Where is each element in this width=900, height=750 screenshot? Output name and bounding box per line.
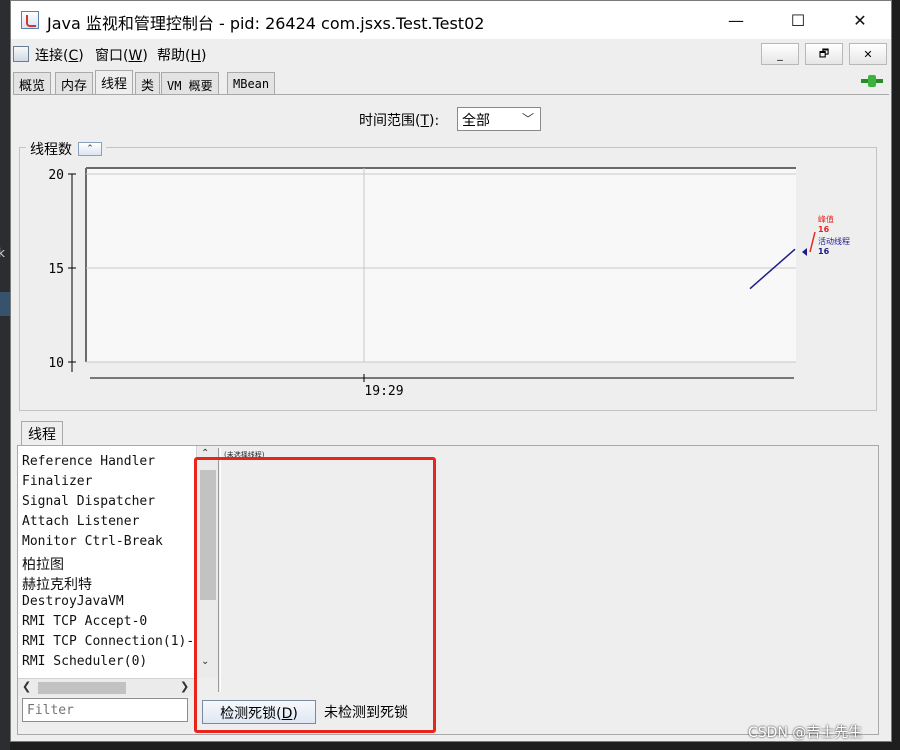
thread-list-item[interactable]: 柏拉图 bbox=[22, 554, 64, 574]
thread-panel: Reference Handler Finalizer Signal Dispatc… bbox=[17, 445, 879, 735]
java-menu-icon[interactable] bbox=[13, 46, 29, 62]
background-desktop: k bbox=[0, 0, 10, 750]
y-tick-label: 15 bbox=[48, 262, 64, 277]
menu-window[interactable]: 窗口(W) bbox=[95, 45, 148, 65]
y-tick-label: 20 bbox=[48, 168, 64, 183]
thread-list-item[interactable]: RMI Scheduler(0) bbox=[22, 654, 147, 669]
thread-list-item[interactable]: Finalizer bbox=[22, 474, 92, 489]
mdi-minimize-button[interactable]: _ bbox=[761, 43, 799, 65]
maximize-button[interactable]: ☐ bbox=[767, 1, 829, 39]
tab-memory[interactable]: 内存 bbox=[55, 72, 94, 94]
y-tick-label: 10 bbox=[48, 356, 64, 371]
scroll-up-icon[interactable]: ⌃ bbox=[201, 448, 209, 459]
tab-overview[interactable]: 概览 bbox=[13, 72, 52, 94]
legend-value: 16 bbox=[818, 225, 830, 234]
thread-list: Reference Handler Finalizer Signal Dispatc… bbox=[18, 446, 196, 678]
menu-help[interactable]: 帮助(H) bbox=[157, 45, 206, 65]
thread-list-item[interactable]: RMI TCP Connection(1)- bbox=[22, 634, 194, 649]
title-bar: Java 监视和管理控制台 - pid: 26424 com.jsxs.Test… bbox=[11, 1, 891, 39]
tab-classes[interactable]: 类 bbox=[135, 72, 161, 94]
threads-tab-content: 时间范围(T): 全部 ﹀ 线程数 ⌃ 20 15 10 19:29 峰值 16 活动线程 1… bbox=[13, 94, 889, 741]
vertical-scroll-thumb[interactable] bbox=[200, 470, 216, 600]
connection-status-icon bbox=[861, 75, 883, 87]
jconsole-window: Java 监视和管理控制台 - pid: 26424 com.jsxs.Test… bbox=[10, 0, 892, 742]
watermark: CSDN @吉士先生 bbox=[748, 725, 863, 741]
legend-peak-marker bbox=[809, 231, 816, 253]
plot-area bbox=[86, 168, 796, 362]
split-pane-divider[interactable] bbox=[218, 448, 221, 692]
detect-deadlock-button[interactable]: 检测死锁(D) bbox=[202, 700, 316, 724]
tab-mbean[interactable]: MBean bbox=[227, 72, 276, 94]
x-tick-label: 19:29 bbox=[364, 384, 403, 399]
time-range-select[interactable]: 全部 ﹀ bbox=[457, 107, 541, 131]
thread-list-item[interactable]: Signal Dispatcher bbox=[22, 494, 155, 509]
window-title: Java 监视和管理控制台 - pid: 26424 com.jsxs.Test… bbox=[47, 14, 485, 33]
time-range-value: 全部 bbox=[462, 113, 490, 129]
thread-details-area: (未选择线程) bbox=[218, 446, 878, 696]
thread-filter-input[interactable] bbox=[22, 698, 188, 722]
minimize-button[interactable]: — bbox=[705, 1, 767, 39]
menu-connect[interactable]: 连接(C) bbox=[35, 45, 84, 65]
time-range-label: 时间范围(T): bbox=[359, 113, 440, 129]
scroll-right-icon[interactable]: ❯ bbox=[180, 680, 189, 693]
legend-label: 活动线程 bbox=[818, 236, 850, 246]
java-app-icon bbox=[21, 11, 39, 29]
mdi-close-button[interactable]: ✕ bbox=[849, 43, 887, 65]
thread-list-item[interactable]: RMI TCP Accept-0 bbox=[22, 614, 147, 629]
thread-list-item[interactable]: Reference Handler bbox=[22, 454, 155, 469]
thread-list-vertical-scrollbar[interactable]: ⌃ ⌄ bbox=[196, 446, 218, 678]
horizontal-scroll-thumb[interactable] bbox=[38, 682, 126, 694]
thread-count-chart: 20151019:29峰值16活动线程16 bbox=[48, 167, 850, 399]
thread-details-placeholder: (未选择线程) bbox=[224, 451, 265, 459]
chevron-down-icon: ﹀ bbox=[521, 112, 534, 126]
thread-list-item[interactable]: Monitor Ctrl-Break bbox=[22, 534, 163, 549]
tab-vm-summary[interactable]: VM 概要 bbox=[161, 72, 219, 94]
legend-active-marker bbox=[802, 248, 807, 256]
close-button[interactable]: ✕ bbox=[829, 1, 891, 39]
tab-threads[interactable]: 线程 bbox=[95, 70, 134, 94]
background-strip bbox=[0, 292, 10, 316]
thread-count-chart-panel: 线程数 ⌃ 20 15 10 19:29 峰值 16 活动线程 16 bbox=[19, 139, 877, 411]
thread-list-item[interactable]: Attach Listener bbox=[22, 514, 139, 529]
main-tabs: 概览 内存 线程 类 VM 概要 MBean bbox=[11, 70, 891, 94]
thread-list-horizontal-scrollbar[interactable]: ❮ ❯ bbox=[18, 678, 196, 696]
scroll-down-icon[interactable]: ⌄ bbox=[201, 656, 209, 667]
tab-thread-list[interactable]: 线程 bbox=[21, 421, 63, 445]
legend-value: 16 bbox=[818, 247, 830, 256]
legend-label: 峰值 bbox=[818, 214, 834, 224]
scroll-left-icon[interactable]: ❮ bbox=[22, 680, 31, 693]
mdi-restore-button[interactable]: 🗗 bbox=[805, 43, 843, 65]
menu-bar: 连接(C) 窗口(W) 帮助(H) _ 🗗 ✕ bbox=[11, 39, 891, 69]
background-glyph: k bbox=[0, 246, 5, 260]
thread-list-item[interactable]: 赫拉克利特 bbox=[22, 574, 92, 594]
thread-list-item[interactable]: DestroyJavaVM bbox=[22, 594, 124, 609]
deadlock-status-text: 未检测到死锁 bbox=[324, 705, 408, 721]
